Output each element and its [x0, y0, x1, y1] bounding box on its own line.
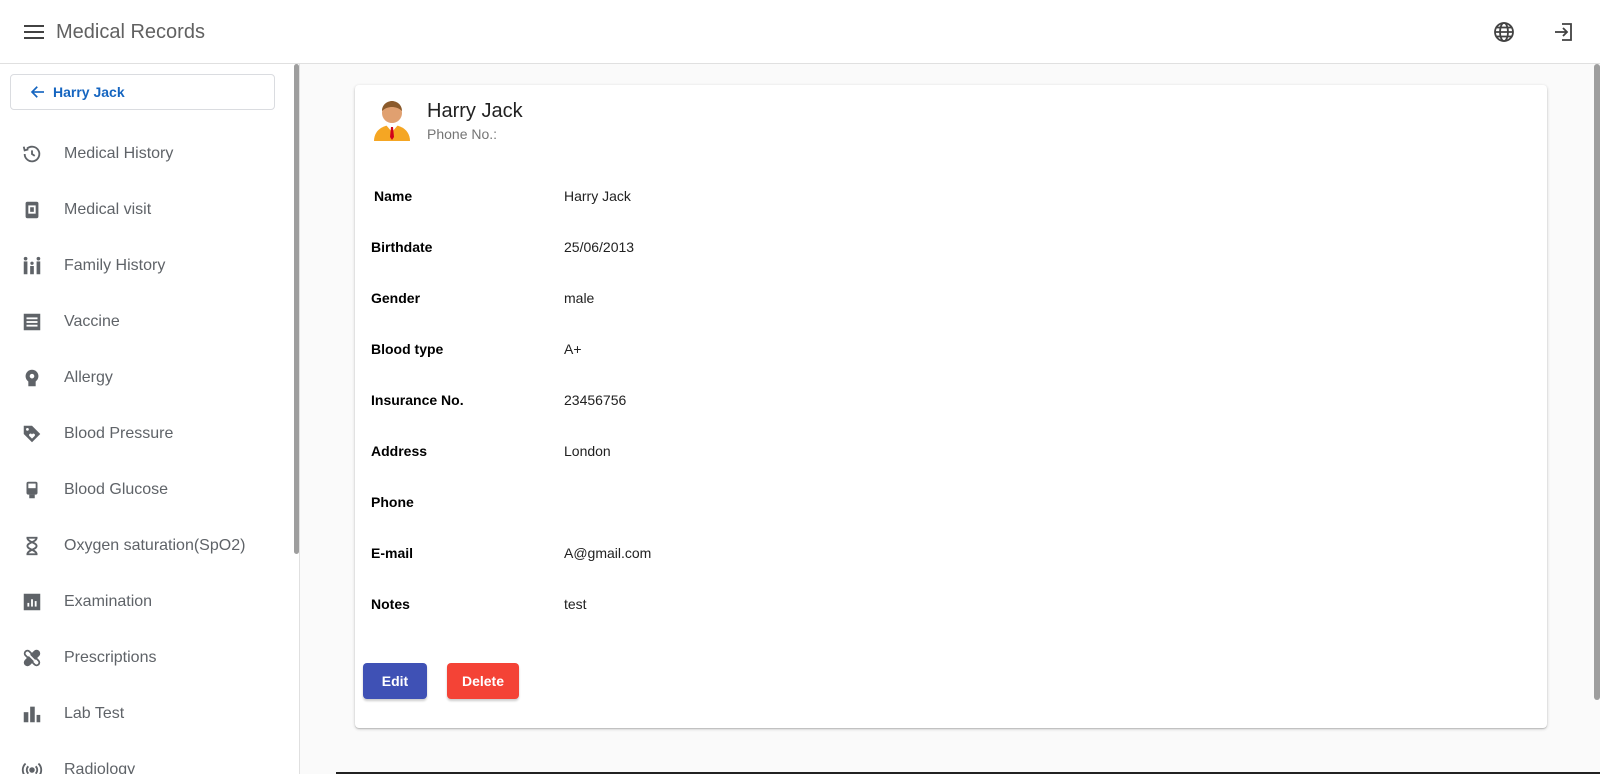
sidebar-item-lab-test[interactable]: Lab Test: [0, 686, 290, 742]
detail-row-blood-type: Blood type A+: [371, 323, 1271, 374]
sidebar-item-oxygen-saturation[interactable]: Oxygen saturation(SpO2): [0, 518, 290, 574]
detail-row-notes: Notes test: [371, 578, 1271, 629]
detail-label: Birthdate: [371, 238, 433, 255]
sidebar: Harry Jack Medical History Medical visit…: [0, 64, 300, 774]
vaccine-icon: [20, 310, 44, 334]
detail-value: 23456756: [564, 391, 627, 408]
detail-value: 25/06/2013: [564, 238, 635, 255]
detail-label: Insurance No.: [371, 391, 464, 408]
history-icon: [20, 142, 44, 166]
sidebar-item-label: Allergy: [64, 369, 113, 386]
detail-value: male: [564, 289, 595, 306]
detail-row-insurance: Insurance No. 23456756: [371, 374, 1271, 425]
sidebar-item-label: Medical visit: [64, 201, 152, 218]
sidebar-item-blood-glucose[interactable]: Blood Glucose: [0, 462, 290, 518]
sidebar-item-label: Oxygen saturation(SpO2): [64, 537, 246, 554]
sidebar-item-label: Medical History: [64, 145, 174, 162]
sidebar-item-label: Examination: [64, 593, 153, 610]
sidebar-item-family-history[interactable]: Family History: [0, 238, 290, 294]
sidebar-scrollbar[interactable]: [294, 64, 299, 554]
detail-row-phone: Phone: [371, 476, 1271, 527]
sidebar-item-vaccine[interactable]: Vaccine: [0, 294, 290, 350]
detail-value: A+: [564, 340, 582, 357]
sidebar-item-radiology[interactable]: Radiology: [0, 742, 290, 774]
detail-value: A@gmail.com: [564, 544, 652, 561]
detail-label: E-mail: [371, 544, 414, 561]
blood-glucose-icon: [20, 478, 44, 502]
detail-label: Gender: [371, 289, 421, 306]
detail-value: London: [564, 442, 611, 459]
back-button[interactable]: Harry Jack: [10, 74, 275, 110]
top-app-bar: Medical Records: [0, 0, 1600, 64]
page-scrollbar[interactable]: [1594, 64, 1600, 700]
hourglass-icon: [20, 534, 44, 558]
lab-test-icon: [20, 702, 44, 726]
globe-icon[interactable]: [1492, 20, 1516, 44]
sidebar-item-prescriptions[interactable]: Prescriptions: [0, 630, 290, 686]
detail-value: test: [564, 595, 587, 612]
visit-icon: [20, 198, 44, 222]
examination-icon: [20, 590, 44, 614]
edit-button[interactable]: Edit: [363, 663, 427, 699]
sidebar-item-label: Radiology: [64, 761, 136, 774]
detail-row-address: Address London: [371, 425, 1271, 476]
sidebar-item-label: Prescriptions: [64, 649, 157, 666]
detail-label: Address: [371, 442, 428, 459]
prescription-icon: [20, 646, 44, 670]
detail-value: Harry Jack: [564, 187, 631, 204]
detail-row-name: Name Harry Jack: [371, 170, 1271, 221]
back-button-label: Harry Jack: [53, 84, 125, 100]
patient-phone-label: Phone No.:: [427, 126, 498, 142]
sidebar-item-label: Lab Test: [64, 705, 125, 722]
sidebar-item-label: Blood Glucose: [64, 481, 169, 498]
detail-label: Notes: [371, 595, 410, 612]
radiology-icon: [20, 758, 44, 774]
patient-card: Harry Jack Phone No.: Name Harry Jack Bi…: [355, 85, 1547, 728]
blood-pressure-icon: [20, 422, 44, 446]
detail-label: Name: [374, 187, 413, 204]
sidebar-nav: Medical History Medical visit Family His…: [0, 126, 290, 774]
detail-label: Phone: [371, 493, 414, 510]
sidebar-item-label: Vaccine: [64, 313, 120, 330]
sidebar-item-label: Blood Pressure: [64, 425, 174, 442]
sidebar-item-allergy[interactable]: Allergy: [0, 350, 290, 406]
patient-details: Name Harry Jack Birthdate 25/06/2013 Gen…: [371, 170, 1271, 629]
detail-row-email: E-mail A@gmail.com: [371, 527, 1271, 578]
arrow-back-icon: [30, 86, 44, 98]
logout-icon[interactable]: [1552, 20, 1576, 44]
allergy-icon: [20, 366, 44, 390]
sidebar-item-medical-visit[interactable]: Medical visit: [0, 182, 290, 238]
delete-button[interactable]: Delete: [447, 663, 519, 699]
sidebar-item-medical-history[interactable]: Medical History: [0, 126, 290, 182]
detail-row-gender: Gender male: [371, 272, 1271, 323]
sidebar-item-label: Family History: [64, 257, 166, 274]
patient-name-heading: Harry Jack: [427, 100, 523, 122]
app-title: Medical Records: [56, 21, 205, 43]
detail-row-birthdate: Birthdate 25/06/2013: [371, 221, 1271, 272]
family-icon: [20, 254, 44, 278]
patient-avatar-icon: [371, 99, 413, 141]
sidebar-item-blood-pressure[interactable]: Blood Pressure: [0, 406, 290, 462]
detail-label: Blood type: [371, 340, 444, 357]
sidebar-item-examination[interactable]: Examination: [0, 574, 290, 630]
menu-icon[interactable]: [22, 20, 46, 44]
